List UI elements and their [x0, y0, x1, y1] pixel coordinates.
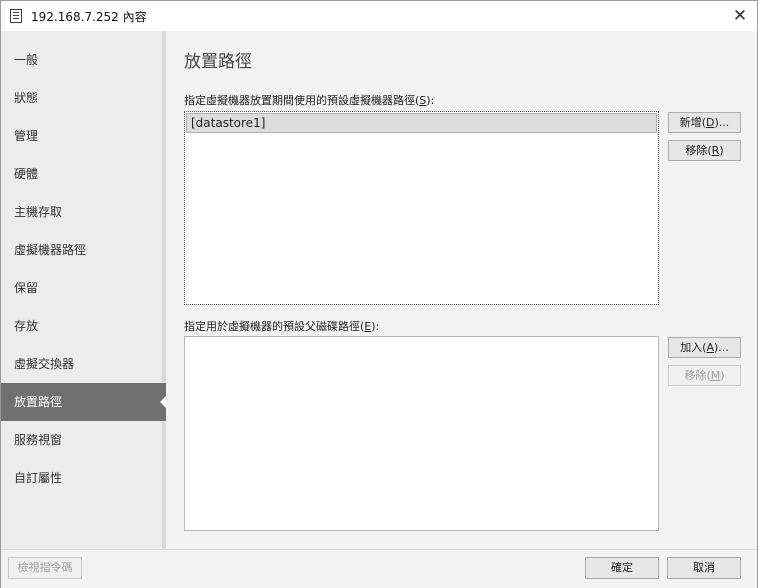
sidebar-item-vm-paths[interactable]: 虛擬機器路徑: [1, 231, 166, 269]
title-bar: 192.168.7.252 內容 ✕: [1, 1, 757, 31]
properties-dialog: 192.168.7.252 內容 ✕ 一般 狀態 管理 硬體 主機存取 虛擬機器…: [0, 0, 758, 588]
sidebar-item-reserve[interactable]: 保留: [1, 269, 166, 307]
sidebar-item-hardware[interactable]: 硬體: [1, 155, 166, 193]
sidebar-item-virtual-switches[interactable]: 虛擬交換器: [1, 345, 166, 383]
sidebar-item-status[interactable]: 狀態: [1, 79, 166, 117]
remove-vm-path-button[interactable]: 移除(R): [668, 140, 741, 161]
remove-disk-path-button[interactable]: 移除(M): [668, 365, 741, 386]
host-properties-icon: [10, 9, 22, 23]
sidebar: 一般 狀態 管理 硬體 主機存取 虛擬機器路徑 保留 存放 虛擬交換器 放置路徑…: [1, 31, 167, 549]
view-script-button[interactable]: 檢視指令碼: [8, 557, 82, 579]
dialog-footer: 檢視指令碼 確定 取消: [1, 549, 757, 588]
sidebar-item-custom-properties[interactable]: 自訂屬性: [1, 459, 166, 497]
ok-button[interactable]: 確定: [585, 557, 659, 579]
sidebar-item-host-access[interactable]: 主機存取: [1, 193, 166, 231]
add-disk-path-button[interactable]: 加入(A)...: [668, 337, 741, 358]
cancel-button[interactable]: 取消: [667, 557, 741, 579]
page-title: 放置路徑: [184, 52, 252, 72]
main-panel: 放置路徑 指定虛擬機器放置期間使用的預設虛擬機器路徑(S): [datastor…: [166, 31, 757, 549]
close-icon[interactable]: ✕: [729, 5, 751, 27]
disk-paths-list[interactable]: [184, 336, 659, 531]
vm-paths-list[interactable]: [datastore1]: [184, 111, 659, 305]
sidebar-item-general[interactable]: 一般: [1, 41, 166, 79]
sidebar-item-management[interactable]: 管理: [1, 117, 166, 155]
disk-paths-label: 指定用於虛擬機器的預設父磁碟路徑(E):: [184, 320, 380, 333]
sidebar-item-servicing-windows[interactable]: 服務視窗: [1, 421, 166, 459]
sidebar-item-storage[interactable]: 存放: [1, 307, 166, 345]
add-vm-path-button[interactable]: 新增(D)...: [668, 112, 741, 133]
sidebar-item-label: 放置路徑: [14, 395, 63, 409]
list-item[interactable]: [datastore1]: [186, 113, 657, 133]
window-title: 192.168.7.252 內容: [31, 10, 147, 24]
vm-paths-label: 指定虛擬機器放置期間使用的預設虛擬機器路徑(S):: [184, 94, 435, 107]
sidebar-item-placement-paths[interactable]: 放置路徑: [1, 383, 167, 421]
